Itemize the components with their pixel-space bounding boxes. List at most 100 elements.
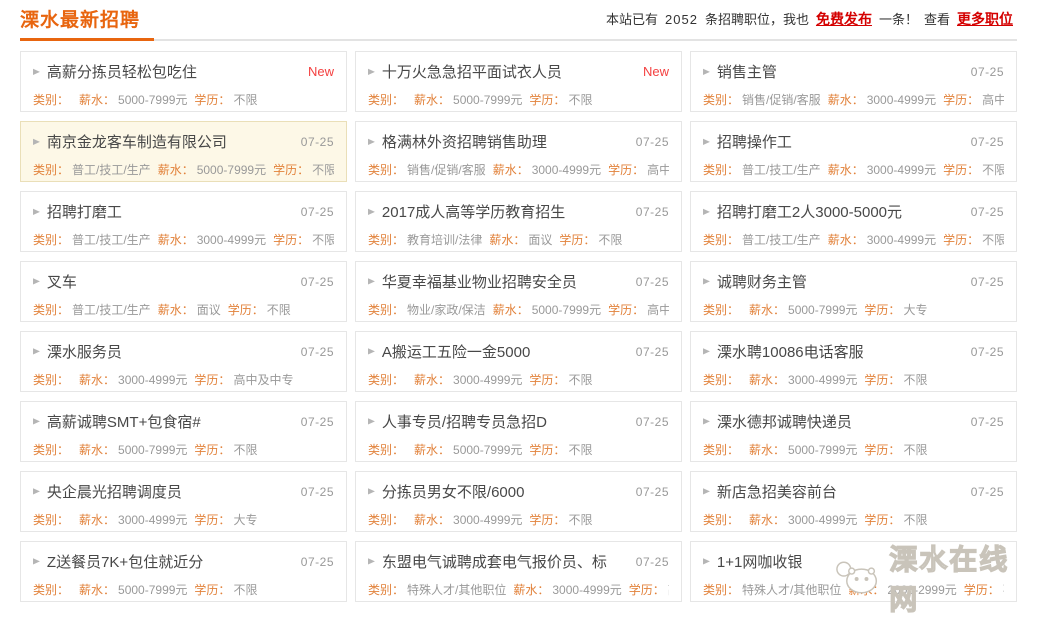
free-post-link[interactable]: 免费发布	[816, 11, 872, 27]
education-value: 不限	[568, 513, 592, 527]
category-value: 特殊人才/其他职位	[407, 583, 506, 597]
stats-suffix: 一条！	[879, 12, 918, 27]
category-value: 销售/促销/客服	[742, 93, 821, 107]
job-title-link[interactable]: 溧水聘10086电话客服	[717, 341, 963, 362]
bullet-arrow-icon: ▶	[368, 347, 375, 357]
education-value: 高中及	[647, 303, 669, 317]
education-label: 学历：	[864, 373, 900, 387]
job-card[interactable]: ▶ 溧水服务员 07-25 类别：薪水：3000-4999元学历：高中及中专	[20, 331, 347, 392]
job-meta: 类别：销售/促销/客服薪水：3000-4999元学历：高中及	[368, 161, 669, 178]
job-card[interactable]: ▶ Z送餐员7K+包住就近分 07-25 类别：薪水：5000-7999元学历：…	[20, 541, 347, 602]
education-value: 大专	[233, 513, 257, 527]
bullet-arrow-icon: ▶	[703, 137, 710, 147]
post-date: 07-25	[301, 205, 334, 219]
education-value: 不限	[903, 513, 927, 527]
category-label: 类别：	[368, 303, 404, 317]
job-card[interactable]: ▶ 华夏幸福基业物业招聘安全员 07-25 类别：物业/家政/保洁薪水：5000…	[355, 261, 682, 322]
education-label: 学历：	[943, 163, 979, 177]
salary-label: 薪水：	[79, 93, 115, 107]
education-value: 高	[668, 583, 669, 597]
job-title-link[interactable]: 招聘操作工	[717, 131, 963, 152]
job-card[interactable]: ▶ 诚聘财务主管 07-25 类别：薪水：5000-7999元学历：大专	[690, 261, 1017, 322]
category-label: 类别：	[33, 373, 69, 387]
job-card[interactable]: ▶ 高薪分拣员轻松包吃住 New 类别：薪水：5000-7999元学历：不限	[20, 51, 347, 112]
job-title-link[interactable]: Z送餐员7K+包住就近分	[47, 551, 293, 572]
job-card[interactable]: ▶ 销售主管 07-25 类别：销售/促销/客服薪水：3000-4999元学历：…	[690, 51, 1017, 112]
job-title-link[interactable]: 叉车	[47, 271, 293, 292]
job-title-link[interactable]: 诚聘财务主管	[717, 271, 963, 292]
education-label: 学历：	[964, 583, 1000, 597]
job-title-row: ▶ 销售主管 07-25	[703, 61, 1004, 82]
education-label: 学历：	[529, 513, 565, 527]
job-title-link[interactable]: 招聘打磨工2人3000-5000元	[717, 201, 963, 222]
job-card[interactable]: ▶ 十万火急急招平面试衣人员 New 类别：薪水：5000-7999元学历：不限	[355, 51, 682, 112]
more-jobs-link[interactable]: 更多职位	[957, 11, 1013, 27]
page-header: 溧水最新招聘 本站已有2052条招聘职位，我也免费发布一条！查看更多职位	[20, 0, 1017, 41]
job-title-link[interactable]: 华夏幸福基业物业招聘安全员	[382, 271, 628, 292]
stats-middle: 条招聘职位，我也	[705, 12, 809, 27]
job-card[interactable]: ▶ 溧水聘10086电话客服 07-25 类别：薪水：3000-4999元学历：…	[690, 331, 1017, 392]
job-title-link[interactable]: A搬运工五险一金5000	[382, 341, 628, 362]
stats-prefix: 本站已有	[606, 12, 658, 27]
salary-value: 3000-4999元	[552, 583, 621, 597]
job-meta: 类别：薪水：3000-4999元学历：大专	[33, 511, 334, 528]
category-label: 类别：	[33, 163, 69, 177]
education-label: 学历：	[943, 233, 979, 247]
job-card[interactable]: ▶ 东盟电气诚聘成套电气报价员、标 07-25 类别：特殊人才/其他职位薪水：3…	[355, 541, 682, 602]
job-card[interactable]: ▶ 人事专员/招聘专员急招D 07-25 类别：薪水：5000-7999元学历：…	[355, 401, 682, 462]
job-card[interactable]: ▶ 分拣员男女不限/6000 07-25 类别：薪水：3000-4999元学历：…	[355, 471, 682, 532]
job-title-link[interactable]: 南京金龙客车制造有限公司	[47, 131, 293, 152]
job-card[interactable]: ▶ 1+1网咖收银 类别：特殊人才/其他职位薪水：2000-2999元学历：不	[690, 541, 1017, 602]
job-title-link[interactable]: 1+1网咖收银	[717, 551, 996, 572]
job-title-link[interactable]: 新店急招美容前台	[717, 481, 963, 502]
job-title-row: ▶ Z送餐员7K+包住就近分 07-25	[33, 551, 334, 572]
job-card[interactable]: ▶ 招聘打磨工 07-25 类别：普工/技工/生产薪水：3000-4999元学历…	[20, 191, 347, 252]
job-meta: 类别：特殊人才/其他职位薪水：3000-4999元学历：高	[368, 581, 669, 598]
category-label: 类别：	[703, 233, 739, 247]
job-title-link[interactable]: 溧水德邦诚聘快递员	[717, 411, 963, 432]
view-label: 查看	[924, 12, 950, 27]
education-label: 学历：	[529, 93, 565, 107]
category-value: 教育培训/法律	[407, 233, 482, 247]
job-title-link[interactable]: 销售主管	[717, 61, 963, 82]
salary-label: 薪水：	[749, 443, 785, 457]
job-title-link[interactable]: 分拣员男女不限/6000	[382, 481, 628, 502]
job-title-link[interactable]: 招聘打磨工	[47, 201, 293, 222]
salary-label: 薪水：	[848, 583, 884, 597]
job-title-link[interactable]: 溧水服务员	[47, 341, 293, 362]
job-title-link[interactable]: 高薪分拣员轻松包吃住	[47, 61, 300, 82]
job-card[interactable]: ▶ 招聘操作工 07-25 类别：普工/技工/生产薪水：3000-4999元学历…	[690, 121, 1017, 182]
category-value: 销售/促销/客服	[407, 163, 486, 177]
job-card[interactable]: ▶ A搬运工五险一金5000 07-25 类别：薪水：3000-4999元学历：…	[355, 331, 682, 392]
job-title-link[interactable]: 高薪诚聘SMT+包食宿#	[47, 411, 293, 432]
education-label: 学历：	[864, 303, 900, 317]
job-title-link[interactable]: 2017成人高等学历教育招生	[382, 201, 628, 222]
job-card[interactable]: ▶ 招聘打磨工2人3000-5000元 07-25 类别：普工/技工/生产薪水：…	[690, 191, 1017, 252]
salary-label: 薪水：	[749, 303, 785, 317]
post-date: 07-25	[971, 275, 1004, 289]
job-title-row: ▶ 1+1网咖收银	[703, 551, 1004, 572]
education-label: 学历：	[608, 163, 644, 177]
job-title-link[interactable]: 人事专员/招聘专员急招D	[382, 411, 628, 432]
job-meta: 类别：普工/技工/生产薪水：3000-4999元学历：不限	[703, 231, 1004, 248]
job-card[interactable]: ▶ 高薪诚聘SMT+包食宿# 07-25 类别：薪水：5000-7999元学历：…	[20, 401, 347, 462]
bullet-arrow-icon: ▶	[33, 137, 40, 147]
job-card[interactable]: ▶ 溧水德邦诚聘快递员 07-25 类别：薪水：5000-7999元学历：不限	[690, 401, 1017, 462]
job-meta: 类别：薪水：3000-4999元学历：不限	[703, 371, 1004, 388]
job-title-row: ▶ 招聘操作工 07-25	[703, 131, 1004, 152]
job-card[interactable]: ▶ 2017成人高等学历教育招生 07-25 类别：教育培训/法律薪水：面议学历…	[355, 191, 682, 252]
job-title-link[interactable]: 央企晨光招聘调度员	[47, 481, 293, 502]
job-card[interactable]: ▶ 新店急招美容前台 07-25 类别：薪水：3000-4999元学历：不限	[690, 471, 1017, 532]
bullet-arrow-icon: ▶	[33, 487, 40, 497]
post-date: 07-25	[636, 415, 669, 429]
category-label: 类别：	[703, 373, 739, 387]
job-card[interactable]: ▶ 叉车 07-25 类别：普工/技工/生产薪水：面议学历：不限	[20, 261, 347, 322]
job-title-link[interactable]: 十万火急急招平面试衣人员	[382, 61, 635, 82]
job-card[interactable]: ▶ 央企晨光招聘调度员 07-25 类别：薪水：3000-4999元学历：大专	[20, 471, 347, 532]
job-meta: 类别：薪水：5000-7999元学历：不限	[33, 441, 334, 458]
job-title-link[interactable]: 东盟电气诚聘成套电气报价员、标	[382, 551, 628, 572]
salary-value: 5000-7999元	[532, 303, 601, 317]
job-card[interactable]: ▶ 格满林外资招聘销售助理 07-25 类别：销售/促销/客服薪水：3000-4…	[355, 121, 682, 182]
job-card[interactable]: ▶ 南京金龙客车制造有限公司 07-25 类别：普工/技工/生产薪水：5000-…	[20, 121, 347, 182]
job-title-link[interactable]: 格满林外资招聘销售助理	[382, 131, 628, 152]
